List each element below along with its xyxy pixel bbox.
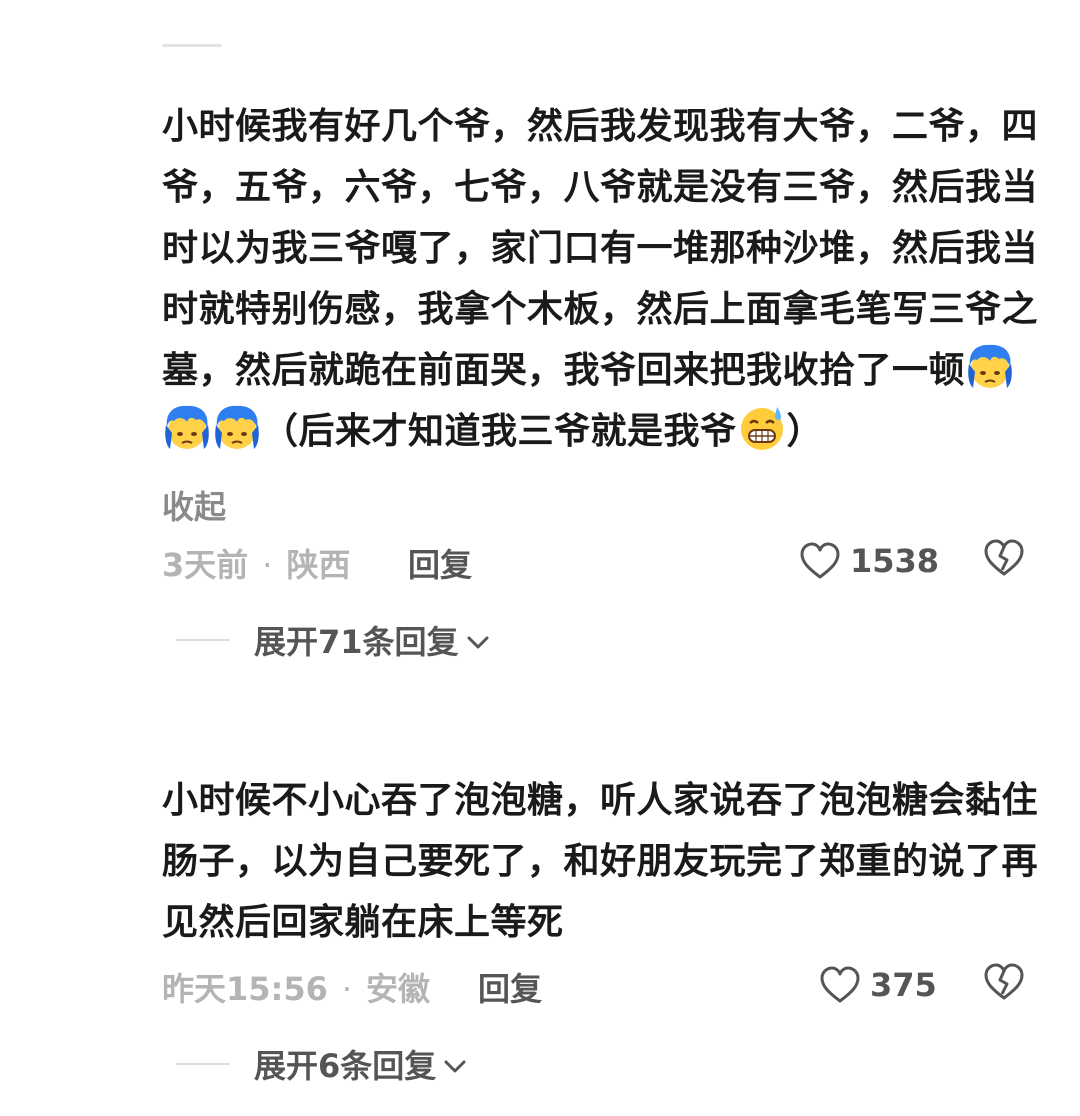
heart-outline-icon: [820, 966, 860, 1003]
comment-meta: 昨天15:56 · 安徽 回复 375: [162, 963, 1032, 1014]
comment-region: 陕西: [286, 546, 351, 584]
meta-separator: ·: [341, 970, 353, 1008]
dislike-button[interactable]: [982, 536, 1026, 588]
meta-separator: ·: [262, 546, 273, 584]
expand-divider: [176, 1063, 230, 1065]
broken-heart-icon: [984, 539, 1024, 576]
comment-text: 小时候不小心吞了泡泡糖，听人家说吞了泡泡糖会黏住肠子，以为自己要死了，和好朋友玩…: [162, 780, 1039, 943]
heart-outline-icon: [800, 542, 840, 579]
cropped-previous-content: [162, 38, 222, 52]
blue-hair-cry-emoji: [165, 405, 209, 449]
comment-time: 昨天15:56: [162, 970, 328, 1008]
expand-replies-label: 展开71条回复: [254, 623, 459, 661]
like-count: 375: [870, 966, 937, 1004]
blue-hair-cry-emoji: [215, 405, 259, 449]
comment-item: 小时候不小心吞了泡泡糖，听人家说吞了泡泡糖会黏住肠子，以为自己要死了，和好朋友玩…: [162, 770, 1042, 953]
comment-item: 小时候我有好几个爷，然后我发现我有大爷，二爷，四爷，五爷，六爷，七爷，八爷就是没…: [162, 96, 1042, 462]
comment-list: 小时候我有好几个爷，然后我发现我有大爷，二爷，四爷，五爷，六爷，七爷，八爷就是没…: [0, 0, 1080, 1116]
comment-text-end: ）: [786, 411, 824, 452]
reply-button[interactable]: 回复: [478, 964, 542, 1010]
dislike-button[interactable]: [982, 960, 1026, 1012]
chevron-down-icon: [467, 636, 489, 649]
comment-text-tail: （后来才知道我三爷就是我爷: [262, 411, 737, 452]
chevron-down-icon: [444, 1060, 466, 1073]
comment-time: 3天前: [162, 546, 249, 584]
comment-region: 安徽: [366, 970, 431, 1008]
expand-replies-label: 展开6条回复: [254, 1047, 437, 1085]
collapse-button[interactable]: 收起: [162, 482, 226, 528]
grin-sweat-emoji: [740, 407, 783, 450]
reply-button[interactable]: 回复: [408, 540, 472, 586]
comment-text-main: 小时候我有好几个爷，然后我发现我有大爷，二爷，四爷，五爷，六爷，七爷，八爷就是没…: [162, 106, 1039, 391]
expand-replies-button[interactable]: 展开71条回复: [176, 618, 491, 662]
expand-replies-button[interactable]: 展开6条回复: [176, 1042, 468, 1086]
broken-heart-icon: [984, 963, 1024, 1000]
expand-divider: [176, 639, 230, 641]
comment-text: 小时候我有好几个爷，然后我发现我有大爷，二爷，四爷，五爷，六爷，七爷，八爷就是没…: [162, 96, 1042, 462]
like-button[interactable]: 375: [818, 960, 937, 1010]
like-count: 1538: [850, 542, 940, 580]
blue-hair-cry-emoji: [968, 344, 1012, 388]
comment-meta: 3天前 · 陕西 回复 1538: [162, 539, 1032, 590]
like-button[interactable]: 1538: [798, 536, 939, 586]
